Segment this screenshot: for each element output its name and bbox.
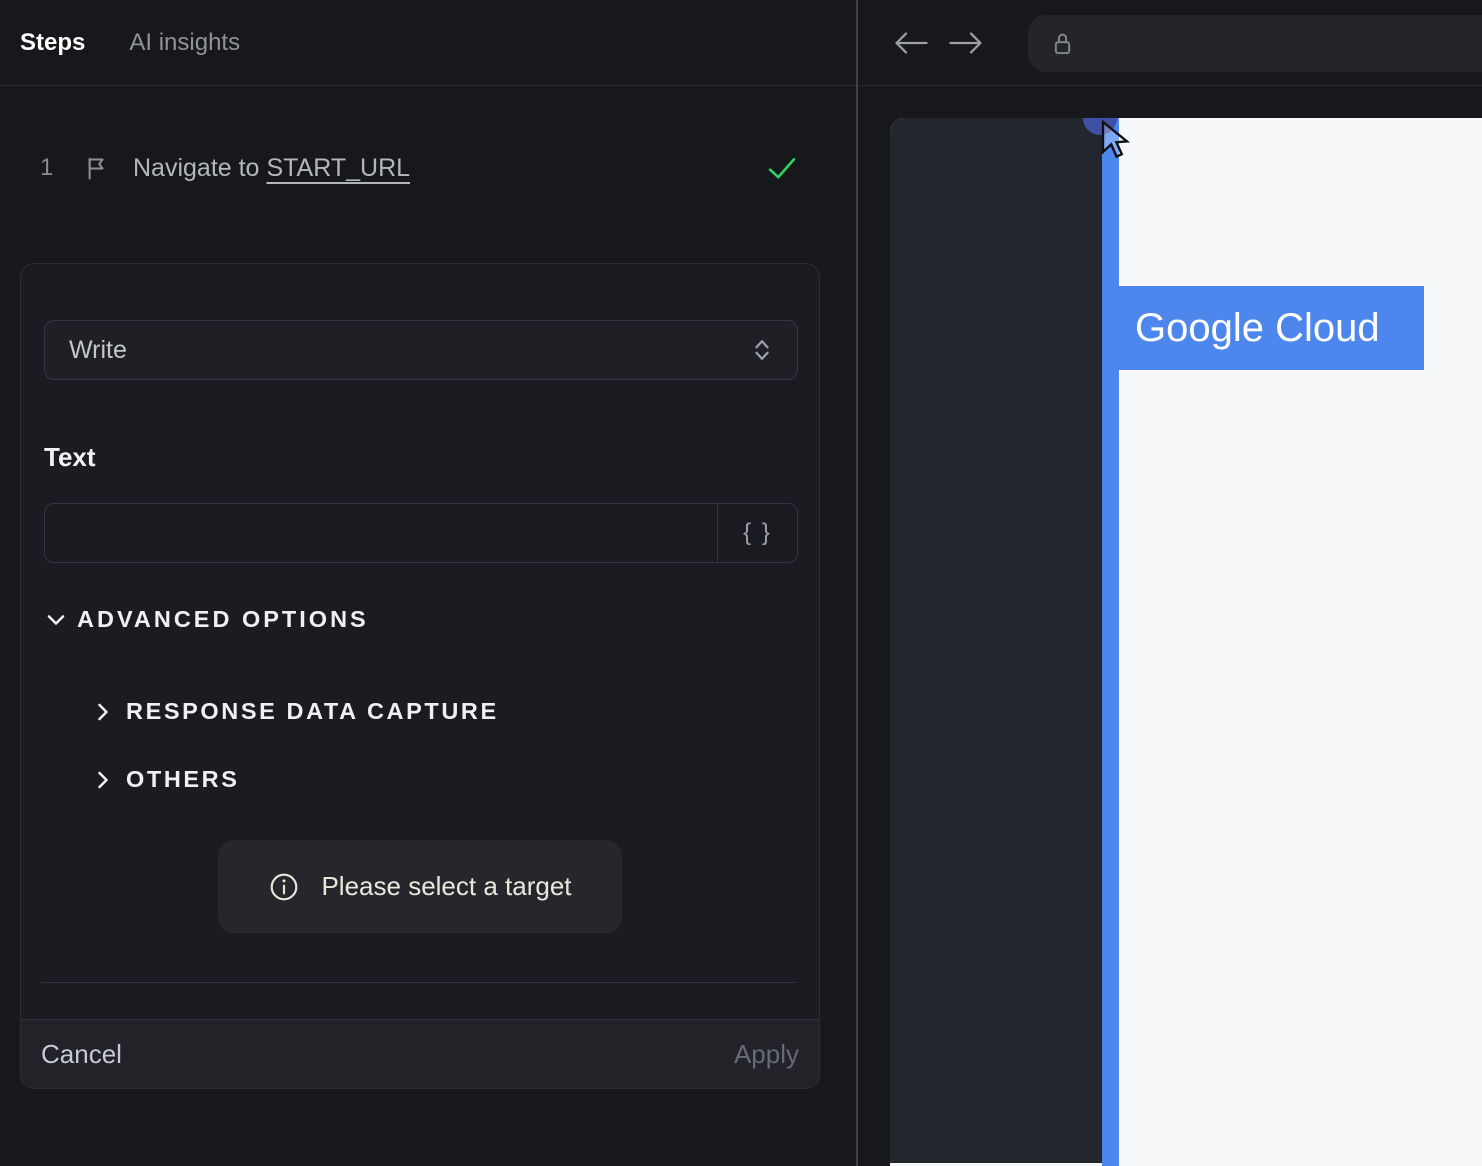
tab-steps[interactable]: Steps <box>20 29 85 57</box>
chevron-down-icon <box>44 608 68 632</box>
select-target-hint-text: Please select a target <box>321 871 572 901</box>
advanced-options-label: ADVANCED OPTIONS <box>77 606 369 632</box>
forward-arrow-icon <box>946 29 986 57</box>
step-number: 1 <box>40 154 54 181</box>
cancel-button[interactable]: Cancel <box>41 1039 122 1070</box>
flag-icon <box>84 155 111 182</box>
google-cloud-brand-link[interactable]: Google Cloud <box>1118 286 1424 370</box>
chevron-right-icon <box>91 700 115 724</box>
text-input[interactable] <box>45 504 717 562</box>
braces-icon[interactable]: { } <box>717 504 797 562</box>
preview-page-sidebar <box>890 118 1102 1163</box>
step-action-text: Navigate to <box>133 153 260 182</box>
action-type-value: Write <box>69 335 127 364</box>
apply-button[interactable]: Apply <box>734 1039 799 1070</box>
step-row-1[interactable]: 1 Navigate to START_URL <box>0 139 856 197</box>
workflow-builder-app: Steps AI insights 1 Navigate to START_URL <box>0 0 1482 1166</box>
chevron-right-icon <box>91 768 115 792</box>
forward-button[interactable] <box>946 24 986 62</box>
preview-blue-stripe <box>1102 118 1119 1166</box>
tab-ai-insights[interactable]: AI insights <box>129 29 240 57</box>
google-cloud-brand-label: Google Cloud <box>1135 305 1380 350</box>
browser-panel: Google Cloud <box>858 0 1482 1166</box>
select-target-hint: Please select a target <box>218 840 622 933</box>
text-field-label: Text <box>44 442 96 472</box>
advanced-options-toggle[interactable]: ADVANCED OPTIONS <box>44 606 369 633</box>
step-target-text: START_URL <box>266 153 411 182</box>
response-data-capture-label: RESPONSE DATA CAPTURE <box>126 698 499 724</box>
step-label: Navigate to START_URL <box>133 154 410 183</box>
browser-preview[interactable]: Google Cloud <box>890 118 1482 1166</box>
left-tab-bar: Steps AI insights <box>0 0 856 86</box>
back-button[interactable] <box>891 24 931 62</box>
url-bar[interactable] <box>1028 15 1482 72</box>
card-divider <box>41 982 796 983</box>
lock-icon <box>1048 27 1077 61</box>
url-input[interactable] <box>1077 30 1482 57</box>
steps-panel: Steps AI insights 1 Navigate to START_URL <box>0 0 856 1166</box>
others-toggle[interactable]: OTHERS <box>91 766 240 793</box>
editor-footer: Cancel Apply <box>21 1019 819 1088</box>
others-label: OTHERS <box>126 766 240 792</box>
back-arrow-icon <box>891 29 931 57</box>
text-input-group: { } <box>44 503 798 563</box>
check-icon <box>766 155 798 181</box>
action-type-select[interactable]: Write <box>44 320 798 380</box>
response-data-capture-toggle[interactable]: RESPONSE DATA CAPTURE <box>91 698 499 725</box>
step-editor-card: Write Text { } ADVANCED OPTIONS RESPONSE… <box>20 263 820 1089</box>
select-updown-icon <box>751 335 773 365</box>
info-icon <box>268 871 300 903</box>
browser-toolbar <box>858 0 1482 86</box>
